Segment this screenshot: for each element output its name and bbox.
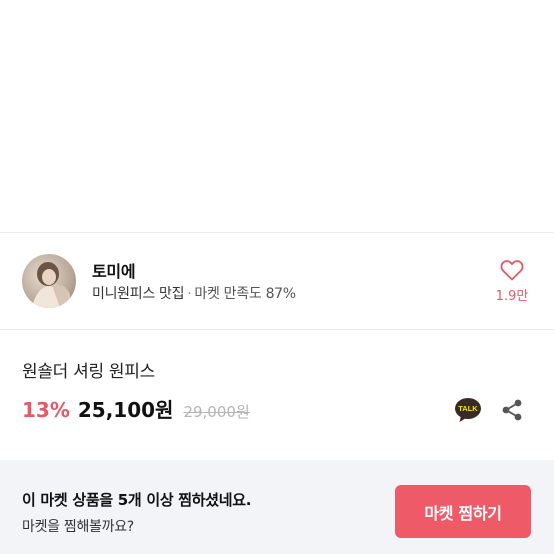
banner-title: 이 마켓 상품을 5개 이상 찜하셨네요. [22, 491, 252, 509]
kakaotalk-icon: TALK [455, 398, 481, 422]
product-title: 원숄더 셔링 원피스 [22, 362, 155, 382]
product-image-area [0, 0, 554, 232]
avatar-photo [32, 262, 70, 308]
original-price: 29,000원 [183, 403, 250, 421]
shop-name[interactable]: 토미에 [92, 258, 136, 282]
divider [0, 329, 554, 330]
shop-category: 미니원피스 맛집 [92, 286, 185, 302]
sale-price: 25,100원 [77, 398, 174, 422]
talk-label: TALK [458, 404, 478, 413]
product-page: 토미에 미니원피스 맛집 · 마켓 만족도 87% 1.9만 원숄더 셔링 원피스 … [0, 0, 554, 554]
shop-description: 미니원피스 맛집 · 마켓 만족도 87% [92, 283, 296, 303]
share-icon [502, 399, 522, 421]
like-button[interactable]: 1.9만 [492, 259, 532, 304]
discount-rate: 13% [22, 398, 70, 422]
price-row: 13% 25,100원 29,000원 [22, 394, 250, 424]
heart-icon [500, 260, 524, 281]
separator: · [187, 286, 192, 302]
like-count: 1.9만 [495, 289, 529, 304]
shop-avatar[interactable] [22, 254, 76, 308]
follow-market-button[interactable]: 마켓 찜하기 [395, 485, 531, 538]
follow-market-banner: 이 마켓 상품을 5개 이상 찜하셨네요. 마켓을 찜해볼까요? 마켓 찜하기 [0, 460, 554, 554]
share-button[interactable] [501, 398, 523, 422]
kakaotalk-button[interactable]: TALK [454, 397, 482, 423]
market-satisfaction: 마켓 만족도 87% [194, 286, 296, 302]
banner-subtitle: 마켓을 찜해볼까요? [22, 519, 134, 535]
shop-info-row[interactable]: 토미에 미니원피스 맛집 · 마켓 만족도 87% 1.9만 [0, 233, 554, 328]
